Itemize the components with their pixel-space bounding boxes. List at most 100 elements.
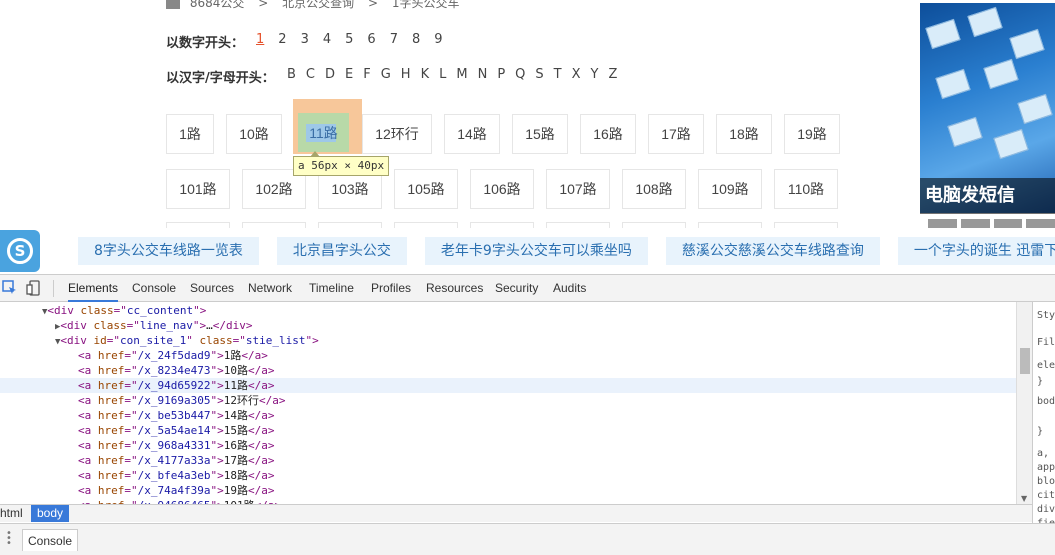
route-link[interactable]: 12环行 xyxy=(362,114,432,154)
search-suggestion-link[interactable]: 慈溪公交慈溪公交车线路查询 xyxy=(665,237,880,265)
number-filter-item[interactable]: 3 xyxy=(301,32,309,47)
dom-node-line[interactable]: <a href="/x_4177a33a">17路</a> xyxy=(0,453,1016,468)
letter-filter-item[interactable]: G xyxy=(381,67,391,82)
scroll-down-icon[interactable]: ▼ xyxy=(1021,494,1027,503)
letter-filter-item[interactable]: L xyxy=(439,67,446,82)
route-link[interactable]: 16路 xyxy=(580,114,636,154)
devtools-tab-timeline[interactable]: Timeline xyxy=(309,275,354,302)
dom-tag: =" xyxy=(124,484,138,497)
dom-tag: </a> xyxy=(247,454,275,467)
dom-tag: </a> xyxy=(247,439,275,452)
route-link[interactable]: 17路 xyxy=(648,114,704,154)
route-link[interactable]: 15路 xyxy=(512,114,568,154)
search-suggestion-link[interactable]: 8字头公交车线路一览表 xyxy=(78,237,259,265)
dom-node-line[interactable]: <a href="/x_74a4f39a">19路</a> xyxy=(0,483,1016,498)
dom-text: 15路 xyxy=(223,424,248,437)
drawer-console-tab[interactable]: Console xyxy=(22,529,79,551)
home-icon[interactable] xyxy=(166,0,180,9)
letter-filter-item[interactable]: Y xyxy=(591,67,599,82)
number-filter-item[interactable]: 7 xyxy=(390,32,398,47)
dom-node-line[interactable]: <a href="/x_8234e473">10路</a> xyxy=(0,363,1016,378)
letter-filter-item[interactable]: D xyxy=(325,67,335,82)
number-filter-item[interactable]: 5 xyxy=(345,32,353,47)
devtools-tab-network[interactable]: Network xyxy=(248,275,292,302)
dom-node-line[interactable]: <a href="/x_968a4331">16路</a> xyxy=(0,438,1016,453)
search-suggestion-link[interactable]: 一个字头的诞生 迅雷下载 xyxy=(897,237,1055,265)
devtools-tab-console[interactable]: Console xyxy=(132,275,176,302)
letter-filter-item[interactable]: F xyxy=(363,67,370,82)
route-link[interactable]: 105路 xyxy=(394,169,458,209)
search-suggestion-link[interactable]: 老年卡9字头公交车可以乘坐吗 xyxy=(424,237,648,265)
route-link[interactable]: 106路 xyxy=(470,169,534,209)
devtools-tab-resources[interactable]: Resources xyxy=(426,275,483,302)
letter-filter-item[interactable]: H xyxy=(401,67,411,82)
number-filter-item[interactable]: 4 xyxy=(323,32,331,47)
highlighted-route-label[interactable]: 11路 xyxy=(298,113,349,152)
letter-filter-item[interactable]: M xyxy=(456,67,467,82)
dom-node-line[interactable]: <a href="/x_be53b447">14路</a> xyxy=(0,408,1016,423)
letter-filter-item[interactable]: N xyxy=(478,67,488,82)
device-mode-icon[interactable] xyxy=(26,280,42,296)
devtools-tab-sources[interactable]: Sources xyxy=(190,275,234,302)
dom-tag: </div> xyxy=(212,319,253,332)
dom-node-line[interactable]: <a href="/x_94d65922">11路</a> xyxy=(0,378,1016,393)
dom-node-line[interactable]: <a href="/x_9169a305">12环行</a> xyxy=(0,393,1016,408)
dom-tag: <div xyxy=(47,304,81,317)
route-link[interactable]: 101路 xyxy=(166,169,230,209)
letter-filter-item[interactable]: S xyxy=(535,67,543,82)
styles-pane-text: ele xyxy=(1037,360,1055,371)
dom-node-line[interactable]: ▼<div class="cc_content"> xyxy=(0,303,1016,318)
letter-filter-item[interactable]: C xyxy=(306,67,315,82)
drawer-menu-icon[interactable]: • • • xyxy=(6,529,12,549)
dom-tag: <div xyxy=(60,319,94,332)
dom-attr-name: href xyxy=(97,394,125,407)
letter-filter-item[interactable]: K xyxy=(421,67,430,82)
scrollbar-thumb[interactable] xyxy=(1020,348,1030,374)
dom-text: 16路 xyxy=(223,439,248,452)
letter-filter-item[interactable]: E xyxy=(345,67,353,82)
number-filter-item[interactable]: 8 xyxy=(412,32,420,47)
devtools-tab-security[interactable]: Security xyxy=(495,275,538,302)
number-filter-items: 123456789 xyxy=(256,32,457,47)
search-logo-icon[interactable]: S xyxy=(0,230,40,272)
devtools-toolbar: Elements Console Sources Network Timeline Pro… xyxy=(0,275,1055,302)
dom-node-line[interactable]: <a href="/x_bfe4a3eb">18路</a> xyxy=(0,468,1016,483)
letter-filter-item[interactable]: P xyxy=(497,67,505,82)
number-filter-item[interactable]: 2 xyxy=(278,32,286,47)
route-link[interactable]: 108路 xyxy=(622,169,686,209)
route-link[interactable]: 110路 xyxy=(774,169,838,209)
route-link[interactable]: 18路 xyxy=(716,114,772,154)
dom-node-line[interactable]: ▶<div class="line_nav">…</div> xyxy=(0,318,1016,333)
elements-scrollbar[interactable]: ▼ xyxy=(1016,302,1032,505)
number-filter-item[interactable]: 9 xyxy=(434,32,442,47)
route-link[interactable]: 14路 xyxy=(444,114,500,154)
inspect-element-icon[interactable] xyxy=(2,280,18,296)
letter-filter-item[interactable]: B xyxy=(287,67,296,82)
breadcrumb-city[interactable]: 北京公交查询 xyxy=(282,0,354,10)
dom-node-line[interactable]: <a href="/x_24f5dad9">1路</a> xyxy=(0,348,1016,363)
route-link[interactable]: 19路 xyxy=(784,114,840,154)
letter-filter-label: 以汉字/字母开头： xyxy=(166,71,275,86)
letter-filter-item[interactable]: X xyxy=(572,67,581,82)
letter-filter-item[interactable]: Q xyxy=(515,67,525,82)
ad-caption[interactable]: 电脑发短信 xyxy=(920,178,1055,214)
route-link[interactable]: 1路 xyxy=(166,114,214,154)
devtools-tab-elements[interactable]: Elements xyxy=(68,275,119,302)
number-filter-item[interactable]: 6 xyxy=(367,32,375,47)
search-suggestion-link[interactable]: 北京昌字头公交 xyxy=(276,237,407,265)
route-link[interactable]: 107路 xyxy=(546,169,610,209)
breadcrumb-home[interactable]: 8684公交 xyxy=(190,0,245,10)
devtools-tab-profiles[interactable]: Profiles xyxy=(371,275,411,302)
route-link[interactable]: 109路 xyxy=(698,169,762,209)
number-filter-item[interactable]: 1 xyxy=(256,32,264,47)
letter-filter-item[interactable]: T xyxy=(554,67,562,82)
dom-crumb-html[interactable]: html xyxy=(0,505,29,522)
dom-tag: <a xyxy=(78,394,98,407)
dom-crumb-body[interactable]: body xyxy=(31,505,70,522)
letter-filter-item[interactable]: Z xyxy=(608,67,617,82)
dom-node-line[interactable]: <a href="/x_5a54ae14">15路</a> xyxy=(0,423,1016,438)
dom-attr-name: href xyxy=(97,364,125,377)
dom-node-line[interactable]: ▼<div id="con_site_1" class="stie_list"> xyxy=(0,333,1016,348)
route-link[interactable]: 10路 xyxy=(226,114,282,154)
devtools-tab-audits[interactable]: Audits xyxy=(553,275,586,302)
